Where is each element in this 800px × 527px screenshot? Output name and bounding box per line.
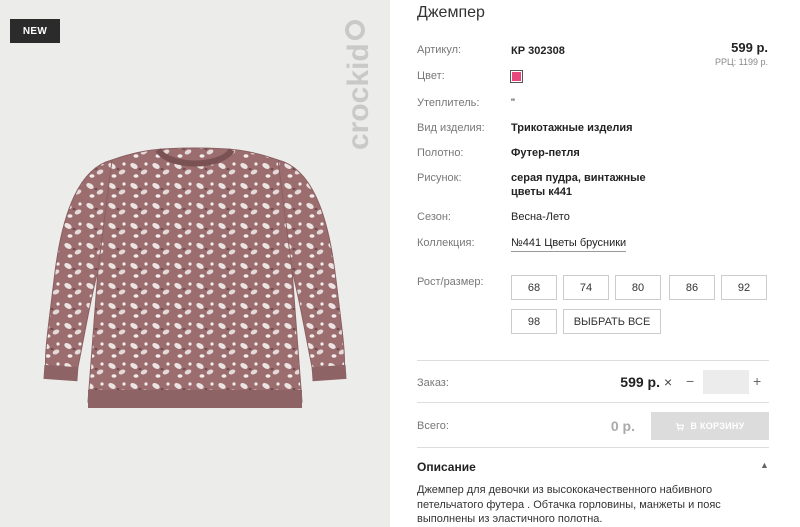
color-label: Цвет: (417, 70, 445, 82)
article-value: КР 302308 (511, 45, 565, 57)
type-value: Трикотажные изделия (511, 122, 633, 134)
description-text: Джемпер для девочки из высококачественно… (417, 484, 721, 525)
divider (417, 360, 769, 361)
chevron-up-icon[interactable]: ▲ (760, 460, 769, 470)
add-to-cart-label: В КОРЗИНУ (690, 421, 745, 431)
insulation-value: " (511, 97, 515, 109)
type-label: Вид изделия: (417, 122, 485, 134)
pattern-label: Рисунок: (417, 172, 462, 184)
size-option-92[interactable]: 92 (721, 275, 767, 300)
product-price: 599 р. (731, 40, 768, 55)
size-option-98[interactable]: 98 (511, 309, 557, 334)
season-value: Весна-Лето (511, 211, 570, 223)
quantity-input[interactable] (703, 370, 749, 394)
description-title[interactable]: Описание (417, 460, 476, 474)
divider (417, 402, 769, 403)
size-option-80[interactable]: 80 (615, 275, 661, 300)
article-label: Артикул: (417, 44, 462, 56)
collection-label: Коллекция: (417, 237, 475, 249)
select-all-sizes-button[interactable]: ВЫБРАТЬ ВСЕ (563, 309, 661, 334)
size-option-68[interactable]: 68 (511, 275, 557, 300)
fabric-value: Футер-петля (511, 147, 580, 159)
color-swatch[interactable] (510, 70, 523, 83)
season-label: Сезон: (417, 211, 451, 223)
pattern-value-line1: серая пудра, винтажные (511, 172, 646, 184)
rrp-price: РРЦ: 1199 р. (714, 57, 768, 67)
size-option-86[interactable]: 86 (669, 275, 715, 300)
product-title: Джемпер (417, 4, 485, 21)
quantity-decrease-button[interactable]: − (686, 373, 694, 389)
times-icon: × (664, 374, 673, 390)
brand-logo: crockid (342, 20, 375, 150)
size-label: Рост/размер: (417, 276, 484, 288)
size-option-74[interactable]: 74 (563, 275, 609, 300)
order-label: Заказ: (417, 377, 449, 389)
quantity-increase-button[interactable]: + (753, 373, 761, 389)
collection-link-text[interactable]: №441 Цветы брусники (511, 237, 627, 252)
insulation-label: Утеплитель: (417, 97, 480, 109)
pattern-value-line2: цветы к441 (511, 186, 573, 198)
total-label: Всего: (417, 420, 449, 432)
new-badge: NEW (10, 19, 60, 43)
cart-icon (676, 422, 685, 431)
sweater-image (43, 147, 347, 408)
product-photo[interactable]: NEW crockid (0, 0, 390, 527)
divider (417, 447, 769, 448)
total-value: 0 р. (610, 418, 635, 434)
order-price: 599 р. (620, 374, 660, 390)
collection-link[interactable]: №441 Цветы брусники (511, 236, 627, 252)
add-to-cart-button[interactable]: В КОРЗИНУ (651, 412, 769, 440)
brand-logo-text: crockid (342, 43, 375, 150)
fabric-label: Полотно: (417, 147, 464, 159)
